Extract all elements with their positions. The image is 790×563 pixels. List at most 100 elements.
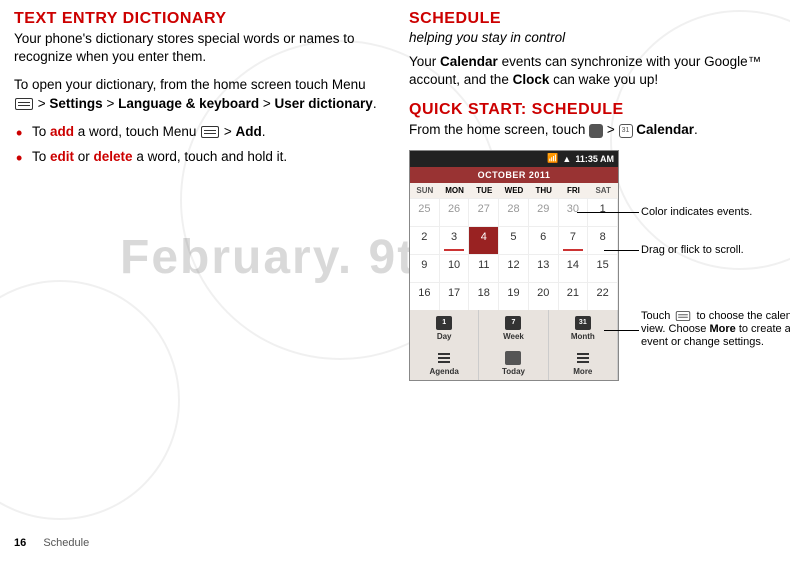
add-word: add [50, 124, 74, 139]
cal-day[interactable]: 26 [440, 198, 470, 226]
sync-clock: Clock [513, 72, 550, 87]
menu-icon [676, 311, 690, 321]
cal-day[interactable]: 16 [410, 282, 440, 310]
open-dictionary-path: To open your dictionary, from the home s… [14, 76, 381, 112]
path-dot: . [373, 96, 377, 111]
sync-pre: Your [409, 54, 440, 69]
or-text: or [74, 149, 94, 164]
weekday-thu: THU [529, 183, 559, 198]
schedule-subtitle: helping you stay in control [409, 30, 776, 45]
toolbar-more-label: More [573, 367, 592, 376]
right-column: SCHEDULE helping you stay in control You… [395, 10, 790, 563]
week-icon: 7 [505, 316, 521, 330]
toolbar-agenda[interactable]: Agenda [410, 345, 479, 380]
calendar-month-label: OCTOBER 2011 [410, 167, 618, 183]
bullet-add: To add a word, touch Menu > Add. [14, 123, 381, 142]
callout-line [604, 330, 639, 331]
callout-more-bold: More [709, 323, 735, 335]
sync-calendar: Calendar [440, 54, 498, 69]
add-target: Add [236, 124, 262, 139]
toolbar-month[interactable]: 31 Month [549, 310, 618, 345]
calendar-grid[interactable]: 25 26 27 28 29 30 1 2 3 4 5 6 7 8 9 10 [410, 198, 618, 310]
from-calendar-label: Calendar [636, 122, 694, 137]
path-pre: To open your dictionary, from the home s… [14, 77, 366, 92]
cal-day[interactable]: 2 [410, 226, 440, 254]
sync-post: can wake you up! [549, 72, 658, 87]
toolbar-day[interactable]: 1 Day [410, 310, 479, 345]
cal-day[interactable]: 11 [469, 254, 499, 282]
toolbar-agenda-label: Agenda [429, 367, 458, 376]
cal-day[interactable]: 13 [529, 254, 559, 282]
month-icon: 31 [575, 316, 591, 330]
cal-day[interactable]: 17 [440, 282, 470, 310]
menu-icon [201, 126, 219, 138]
cal-day[interactable]: 5 [499, 226, 529, 254]
text-entry-heading: TEXT ENTRY DICTIONARY [14, 10, 381, 28]
toolbar-week[interactable]: 7 Week [479, 310, 548, 345]
from-dot: . [694, 122, 698, 137]
cal-day[interactable]: 22 [588, 282, 618, 310]
path-sep3: > [263, 96, 275, 111]
schedule-sync: Your Calendar events can synchronize wit… [409, 53, 776, 89]
callout-more: Touch to choose the calendar view. Choos… [641, 310, 790, 350]
cal-day[interactable]: 19 [499, 282, 529, 310]
wifi-icon: 📶 [547, 153, 558, 164]
page-content: TEXT ENTRY DICTIONARY Your phone's dicti… [0, 0, 790, 563]
today-icon [505, 351, 521, 365]
cal-day[interactable]: 28 [499, 198, 529, 226]
cal-day-today[interactable]: 4 [469, 226, 499, 254]
toolbar-month-label: Month [571, 332, 595, 341]
calendar-toolbar: 1 Day 7 Week 31 Month Agenda [410, 310, 618, 380]
home-icon [589, 124, 603, 138]
path-settings: Settings [49, 96, 102, 111]
path-sep1: > [38, 96, 50, 111]
schedule-heading: SCHEDULE [409, 10, 776, 28]
toolbar-today-label: Today [502, 367, 525, 376]
callout-line [604, 250, 639, 251]
weekday-fri: FRI [559, 183, 589, 198]
toolbar-week-label: Week [503, 332, 524, 341]
cal-day[interactable]: 20 [529, 282, 559, 310]
edit-word: edit [50, 149, 74, 164]
toolbar-day-label: Day [437, 332, 452, 341]
dictionary-intro: Your phone's dictionary stores special w… [14, 30, 381, 66]
add-dot: . [262, 124, 266, 139]
callout-drag: Drag or flick to scroll. [641, 244, 790, 257]
callout-color: Color indicates events. [641, 206, 790, 219]
add-sep: > [220, 124, 235, 139]
cal-day[interactable]: 25 [410, 198, 440, 226]
add-pre: To [32, 124, 50, 139]
dictionary-bullets: To add a word, touch Menu > Add. To edit… [14, 123, 381, 167]
cal-day[interactable]: 27 [469, 198, 499, 226]
cal-day[interactable]: 9 [410, 254, 440, 282]
cal-day[interactable]: 18 [469, 282, 499, 310]
more-icon [575, 351, 591, 365]
toolbar-more[interactable]: More [549, 345, 618, 380]
cal-day[interactable]: 10 [440, 254, 470, 282]
signal-icon: ▲ [562, 154, 571, 164]
weekday-wed: WED [499, 183, 529, 198]
cal-day[interactable]: 29 [529, 198, 559, 226]
cal-day[interactable]: 6 [529, 226, 559, 254]
cal-day[interactable]: 12 [499, 254, 529, 282]
path-lang: Language & keyboard [118, 96, 259, 111]
cal-day[interactable]: 7 [559, 226, 589, 254]
path-sep2: > [106, 96, 118, 111]
weekday-mon: MON [440, 183, 470, 198]
delete-word: delete [94, 149, 133, 164]
toolbar-today[interactable]: Today [479, 345, 548, 380]
cal-day[interactable]: 14 [559, 254, 589, 282]
phone-mock: 📶 ▲ 11:35 AM OCTOBER 2011 SUN MON TUE WE… [409, 150, 619, 381]
phone-area: 📶 ▲ 11:35 AM OCTOBER 2011 SUN MON TUE WE… [409, 150, 776, 381]
from-sep: > [607, 122, 619, 137]
path-userdict: User dictionary [275, 96, 373, 111]
cal-day[interactable]: 15 [588, 254, 618, 282]
cal-day[interactable]: 3 [440, 226, 470, 254]
edit-pre: To [32, 149, 50, 164]
status-time: 11:35 AM [575, 154, 614, 164]
callout-more-pre: Touch [641, 310, 673, 322]
add-mid: a word, touch Menu [74, 124, 200, 139]
bullet-edit-delete: To edit or delete a word, touch and hold… [14, 148, 381, 167]
cal-day[interactable]: 21 [559, 282, 589, 310]
day-icon: 1 [436, 316, 452, 330]
